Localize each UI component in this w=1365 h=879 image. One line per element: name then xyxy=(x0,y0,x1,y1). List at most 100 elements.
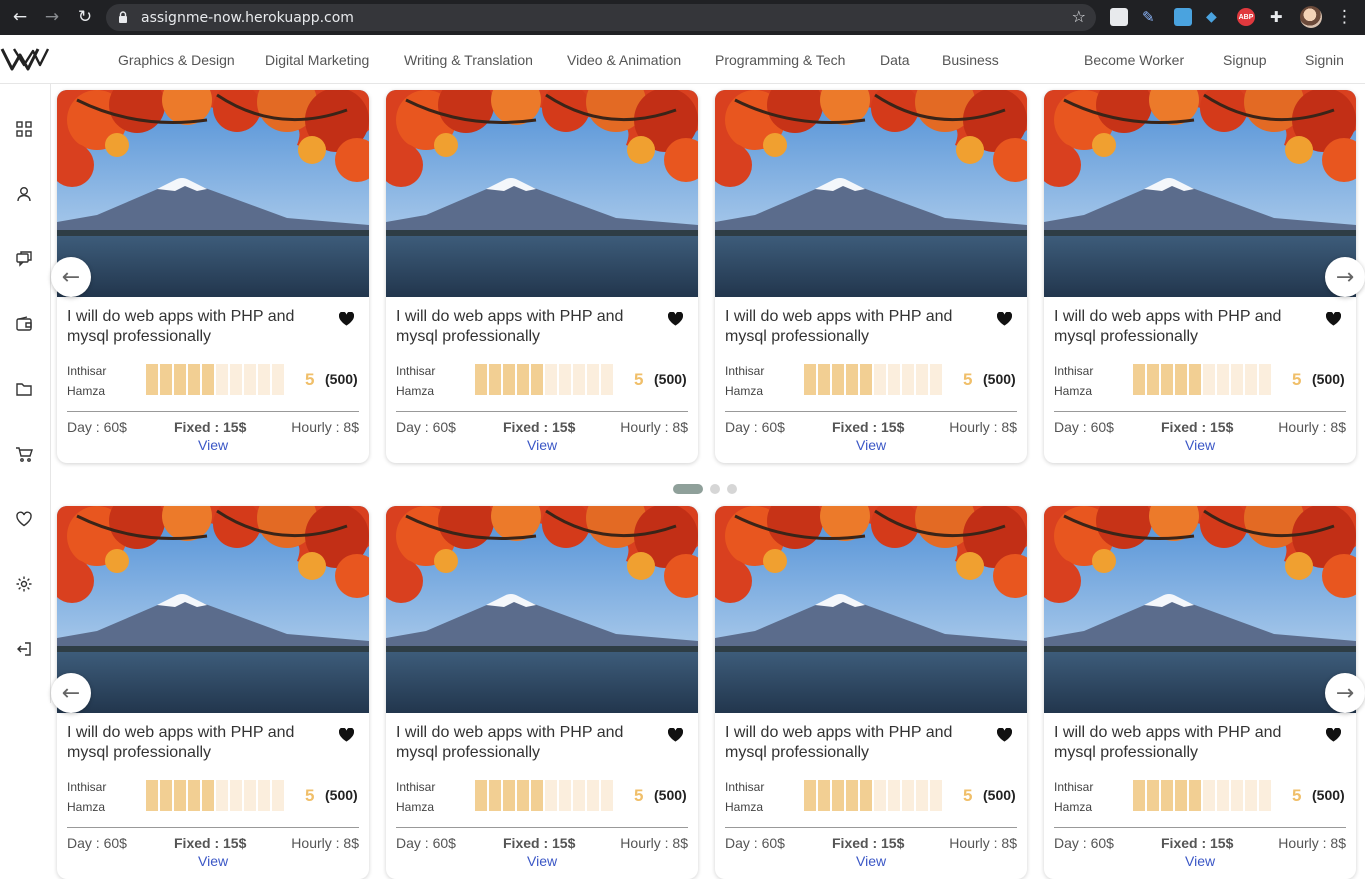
gem-extension-icon[interactable]: ◆ xyxy=(1206,8,1224,26)
carousel-dot-1[interactable] xyxy=(673,484,703,494)
become-worker-link[interactable]: Become Worker xyxy=(1084,52,1184,68)
favorite-heart-icon[interactable] xyxy=(668,312,683,326)
favorite-heart-icon[interactable] xyxy=(339,312,354,326)
gig-image[interactable] xyxy=(1044,506,1356,713)
wallet-icon[interactable] xyxy=(15,315,33,333)
seller-name[interactable]: Inthisar Hamza xyxy=(67,777,137,817)
adblock-extension-icon[interactable]: ABP xyxy=(1237,8,1255,26)
view-link[interactable]: View xyxy=(198,853,228,869)
cart-icon[interactable] xyxy=(15,445,33,463)
folder-icon[interactable] xyxy=(15,380,33,398)
forward-icon[interactable]: → xyxy=(41,6,63,28)
seller-name[interactable]: Inthisar Hamza xyxy=(725,777,795,817)
carousel-prev-button-row2[interactable]: ← xyxy=(51,673,91,713)
nav-business[interactable]: Business xyxy=(942,52,999,68)
seller-first-name: Inthisar xyxy=(1054,364,1094,378)
autumn-mountain-photo xyxy=(57,90,369,297)
gig-card[interactable]: I will do web apps with PHP and mysql pr… xyxy=(386,90,698,463)
seller-name[interactable]: Inthisar Hamza xyxy=(67,361,137,401)
favorite-heart-icon[interactable] xyxy=(1326,728,1341,742)
gig-card[interactable]: I will do web apps with PHP and mysql pr… xyxy=(57,90,369,463)
settings-icon[interactable] xyxy=(15,575,33,593)
gig-title[interactable]: I will do web apps with PHP and mysql pr… xyxy=(396,723,656,763)
nav-writing-translation[interactable]: Writing & Translation xyxy=(404,52,533,68)
rating-bar-segment xyxy=(258,364,270,395)
seller-name[interactable]: Inthisar Hamza xyxy=(396,777,466,817)
nav-programming-tech[interactable]: Programming & Tech xyxy=(715,52,845,68)
gig-card[interactable]: I will do web apps with PHP and mysql pr… xyxy=(715,506,1027,879)
profile-avatar[interactable] xyxy=(1300,6,1322,28)
back-icon[interactable]: ← xyxy=(9,6,31,28)
rating-bar-segment xyxy=(230,364,242,395)
image-extension-icon[interactable] xyxy=(1174,8,1192,26)
user-icon[interactable] xyxy=(15,185,33,203)
nav-video-animation[interactable]: Video & Animation xyxy=(567,52,681,68)
url-text[interactable]: assignme-now.herokuapp.com xyxy=(141,10,354,26)
carousel-dot-2[interactable] xyxy=(710,484,720,494)
hourly-price: Hourly : 8$ xyxy=(1278,835,1346,851)
reload-icon[interactable]: ↻ xyxy=(74,6,96,28)
seller-name[interactable]: Inthisar Hamza xyxy=(725,361,795,401)
gig-image[interactable] xyxy=(715,506,1027,713)
card-divider xyxy=(1054,411,1346,412)
gig-title[interactable]: I will do web apps with PHP and mysql pr… xyxy=(1054,723,1314,763)
site-logo[interactable] xyxy=(0,45,52,73)
gig-title[interactable]: I will do web apps with PHP and mysql pr… xyxy=(725,307,985,347)
gig-image[interactable] xyxy=(57,90,369,297)
favorite-heart-icon[interactable] xyxy=(997,312,1012,326)
gig-image[interactable] xyxy=(1044,90,1356,297)
gig-card[interactable]: I will do web apps with PHP and mysql pr… xyxy=(386,506,698,879)
extensions-puzzle-icon[interactable]: ✚ xyxy=(1270,8,1288,26)
gig-card[interactable]: I will do web apps with PHP and mysql pr… xyxy=(57,506,369,879)
gig-title[interactable]: I will do web apps with PHP and mysql pr… xyxy=(725,723,985,763)
signin-link[interactable]: Signin xyxy=(1305,52,1344,68)
favorite-heart-icon[interactable] xyxy=(1326,312,1341,326)
pen-extension-icon[interactable]: ✎ xyxy=(1142,8,1160,26)
seller-name[interactable]: Inthisar Hamza xyxy=(396,361,466,401)
gig-title[interactable]: I will do web apps with PHP and mysql pr… xyxy=(67,307,327,347)
gig-title[interactable]: I will do web apps with PHP and mysql pr… xyxy=(396,307,656,347)
carousel-prev-button[interactable]: ← xyxy=(51,257,91,297)
gig-card[interactable]: I will do web apps with PHP and mysql pr… xyxy=(1044,506,1356,879)
carousel-next-button[interactable]: → xyxy=(1325,257,1365,297)
seller-last-name: Hamza xyxy=(67,800,106,814)
signup-link[interactable]: Signup xyxy=(1223,52,1267,68)
carousel-dot-3[interactable] xyxy=(727,484,737,494)
seller-name[interactable]: Inthisar Hamza xyxy=(1054,777,1124,817)
view-link[interactable]: View xyxy=(1185,853,1215,869)
favorite-heart-icon[interactable] xyxy=(997,728,1012,742)
gig-image[interactable] xyxy=(386,506,698,713)
seller-name[interactable]: Inthisar Hamza xyxy=(1054,361,1124,401)
nav-digital-marketing[interactable]: Digital Marketing xyxy=(265,52,369,68)
view-link[interactable]: View xyxy=(856,853,886,869)
carousel-next-button-row2[interactable]: → xyxy=(1325,673,1365,713)
favorite-heart-icon[interactable] xyxy=(339,728,354,742)
gig-title[interactable]: I will do web apps with PHP and mysql pr… xyxy=(67,723,327,763)
gig-card[interactable]: I will do web apps with PHP and mysql pr… xyxy=(715,90,1027,463)
view-link[interactable]: View xyxy=(527,853,557,869)
logout-icon[interactable] xyxy=(15,640,33,658)
chat-icon[interactable] xyxy=(15,250,33,268)
view-link[interactable]: View xyxy=(1185,437,1215,453)
nav-graphics-design[interactable]: Graphics & Design xyxy=(118,52,235,68)
gig-image[interactable] xyxy=(386,90,698,297)
view-link[interactable]: View xyxy=(198,437,228,453)
favorite-heart-icon[interactable] xyxy=(668,728,683,742)
heart-icon[interactable] xyxy=(15,510,33,528)
qr-extension-icon[interactable] xyxy=(1110,8,1128,26)
gig-card[interactable]: I will do web apps with PHP and mysql pr… xyxy=(1044,90,1356,463)
gig-image[interactable] xyxy=(715,90,1027,297)
rating-bar-segment xyxy=(1203,364,1215,395)
view-link[interactable]: View xyxy=(856,437,886,453)
rating-bars xyxy=(146,780,284,811)
dashboard-icon[interactable] xyxy=(15,120,33,138)
rating-bar-segment xyxy=(1203,780,1215,811)
nav-data[interactable]: Data xyxy=(880,52,910,68)
address-bar[interactable]: assignme-now.herokuapp.com ☆ xyxy=(106,4,1096,31)
seller-last-name: Hamza xyxy=(396,800,435,814)
bookmark-star-icon[interactable]: ☆ xyxy=(1072,7,1086,26)
gig-title[interactable]: I will do web apps with PHP and mysql pr… xyxy=(1054,307,1314,347)
gig-image[interactable] xyxy=(57,506,369,713)
view-link[interactable]: View xyxy=(527,437,557,453)
browser-menu-icon[interactable]: ⋮ xyxy=(1336,7,1353,27)
